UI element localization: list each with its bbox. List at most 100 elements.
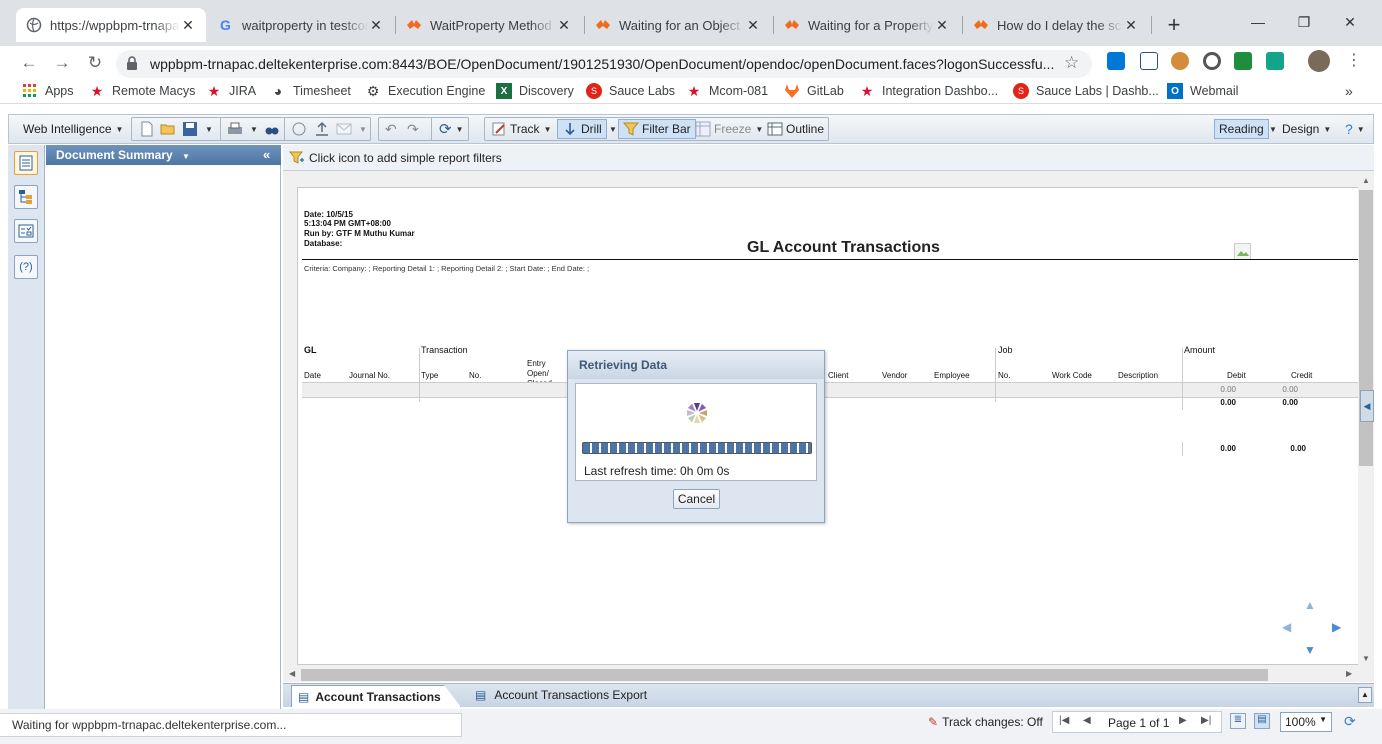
cookie-extension-icon[interactable] <box>1171 52 1189 70</box>
bookmark-sauce-dashboard[interactable]: S Sauce Labs | Dashb... <box>1013 83 1159 99</box>
browser-tab-active[interactable]: https://wppbpm-trnapac.deltekenterprise.… <box>16 8 206 42</box>
bookmark-integration-dashboard[interactable]: ★ Integration Dashbo... <box>859 83 998 99</box>
browser-tab[interactable]: Waiting for a Property Value ✕ <box>774 8 960 42</box>
collapse-panel-button[interactable]: « <box>263 147 270 162</box>
horizontal-scrollbar[interactable]: ◀ ▶ <box>286 668 1358 682</box>
undo-icon[interactable]: ↶ <box>385 119 397 139</box>
scroll-left-icon[interactable]: ◀ <box>289 669 295 678</box>
refresh-icon[interactable]: ⟳ ▼ <box>439 119 464 139</box>
page-indicator[interactable]: Page 1 of 1 <box>1108 716 1169 730</box>
chevron-down-icon: ▼ <box>205 124 213 134</box>
bookmark-jira[interactable]: ★ JIRA <box>206 83 256 99</box>
bookmark-timesheet[interactable]: ◕ Timesheet <box>270 83 351 99</box>
scroll-down-icon[interactable]: ▼ <box>1362 654 1370 663</box>
bookmark-sauce-labs[interactable]: S Sauce Labs <box>586 83 675 99</box>
close-tab-icon[interactable]: ✕ <box>1123 17 1139 34</box>
close-tab-icon[interactable]: ✕ <box>934 17 950 34</box>
scroll-right-icon[interactable]: ▶ <box>1346 669 1352 678</box>
cancel-button[interactable]: Cancel <box>673 489 720 509</box>
bookmark-apps[interactable]: Apps <box>22 83 74 99</box>
close-tab-icon[interactable]: ✕ <box>368 17 384 34</box>
last-page-icon[interactable]: ▶| <box>1201 715 1211 726</box>
bookmark-mcom[interactable]: ★ Mcom-081 <box>686 83 768 99</box>
omnibox[interactable]: wppbpm-trnapac.deltekenterprise.com:8443… <box>116 50 1092 78</box>
tab-account-transactions[interactable]: ▤ Account Transactions <box>291 685 461 707</box>
chevron-down-icon: ▼ <box>455 124 464 134</box>
maximize-button[interactable]: ❐ <box>1282 8 1326 36</box>
browser-tab[interactable]: G waitproperty in testcomplete ✕ <box>208 8 394 42</box>
right-panel-toggle[interactable]: ◀ <box>1360 390 1374 422</box>
teal-extension-icon[interactable] <box>1266 52 1284 70</box>
avatar[interactable] <box>1308 50 1330 72</box>
email-icon[interactable]: ▼ <box>336 119 367 139</box>
web-intelligence-menu[interactable]: Web Intelligence ▼ <box>23 119 123 139</box>
browser-menu-icon[interactable]: ⋮ <box>1346 50 1362 70</box>
bookmarks-overflow-button[interactable]: » <box>1345 83 1353 99</box>
windows-extension-icon[interactable] <box>1107 52 1125 70</box>
page-nav-down-icon[interactable]: ▼ <box>1304 643 1316 657</box>
help-icon[interactable]: ? ▼ <box>1345 119 1365 139</box>
page-nav-up-icon[interactable]: ▲ <box>1304 598 1316 612</box>
close-tab-icon[interactable]: ✕ <box>556 17 572 34</box>
previous-page-icon[interactable]: ◀ <box>1083 715 1091 726</box>
tabs-expand-icon[interactable]: ▲ <box>1358 687 1372 703</box>
design-mode-button[interactable]: Design ▼ <box>1282 119 1331 139</box>
zoom-select[interactable]: 100% ▼ <box>1280 712 1332 732</box>
page-nav-left-icon[interactable]: ◀ <box>1282 620 1291 634</box>
bookmark-star-icon[interactable]: ☆ <box>1064 53 1079 73</box>
green-extension-icon[interactable] <box>1234 52 1252 70</box>
open-folder-icon[interactable] <box>160 119 179 139</box>
page-nav-right-icon[interactable]: ▶ <box>1332 620 1341 634</box>
document-summary-icon[interactable] <box>14 151 38 175</box>
browser-tab[interactable]: Waiting for an Object to Appear ✕ <box>585 8 771 42</box>
scroll-up-icon[interactable]: ▲ <box>1362 176 1370 185</box>
reading-mode-button[interactable]: Reading <box>1214 119 1269 139</box>
back-button[interactable]: ← <box>16 50 42 76</box>
refresh-icon[interactable]: ⟳ <box>1344 713 1356 730</box>
print-icon[interactable]: ▼ <box>227 119 258 139</box>
add-filter-icon[interactable] <box>289 151 305 165</box>
input-controls-icon[interactable] <box>14 219 38 243</box>
scrollbar-thumb[interactable] <box>301 669 1268 681</box>
reload-button[interactable]: ↻ <box>82 50 108 76</box>
bookmark-gitlab[interactable]: GitLab <box>784 83 844 99</box>
browser-tab[interactable]: How do I delay the script ✕ <box>963 8 1149 42</box>
quick-display-icon[interactable]: ≣ <box>1230 713 1246 729</box>
save-icon[interactable]: ▼ <box>182 119 213 139</box>
document-summary-header[interactable]: Document Summary ▼ « <box>46 145 281 165</box>
first-page-icon[interactable]: |◀ <box>1059 715 1069 726</box>
browser-tab[interactable]: WaitProperty Method | TestComplete ✕ <box>396 8 582 42</box>
new-document-icon[interactable] <box>139 119 158 139</box>
close-window-button[interactable]: ✕ <box>1328 8 1372 36</box>
next-page-icon[interactable]: ▶ <box>1179 715 1187 726</box>
close-tab-icon[interactable]: ✕ <box>180 17 196 34</box>
forward-button[interactable]: → <box>49 50 75 76</box>
url-text[interactable]: wppbpm-trnapac.deltekenterprise.com:8443… <box>150 56 1054 72</box>
bluetooth-extension-icon[interactable] <box>1140 52 1158 70</box>
bookmark-execution-engine[interactable]: ⚙ Execution Engine <box>365 83 486 99</box>
new-tab-button[interactable]: + <box>1160 12 1188 40</box>
minimize-button[interactable]: — <box>1236 8 1280 36</box>
drill-button[interactable]: Drill <box>557 119 607 139</box>
bookmark-remote-macys[interactable]: ★ Remote Macys <box>89 83 196 99</box>
export-icon[interactable] <box>314 119 333 139</box>
track-data-icon[interactable] <box>291 119 310 139</box>
drill-dropdown[interactable]: ▼ <box>605 119 617 139</box>
bookmark-discovery[interactable]: X Discovery <box>496 83 574 99</box>
filter-bar-button[interactable]: Filter Bar <box>618 119 696 139</box>
close-tab-icon[interactable]: ✕ <box>745 17 761 34</box>
page-display-icon[interactable]: ▤ <box>1254 713 1270 729</box>
bookmark-webmail[interactable]: O Webmail <box>1167 83 1238 99</box>
redo-icon[interactable]: ↷ <box>407 119 419 139</box>
scrollbar-thumb[interactable] <box>1359 190 1373 466</box>
help-panel-icon[interactable]: (?) <box>14 255 38 279</box>
find-icon[interactable] <box>264 119 283 139</box>
navigation-map-icon[interactable] <box>14 185 38 209</box>
mode-dropdown[interactable]: ▼ <box>1265 119 1277 139</box>
track-changes-status[interactable]: ✎ Track changes: Off <box>928 715 1043 729</box>
freeze-button[interactable]: Freeze ▼ <box>695 119 763 139</box>
tab-account-transactions-export[interactable]: ▤ Account Transactions Export <box>475 688 647 702</box>
outline-button[interactable]: Outline <box>767 119 824 139</box>
circle-extension-icon[interactable] <box>1203 52 1221 70</box>
track-button[interactable]: Track ▼ <box>491 119 551 139</box>
